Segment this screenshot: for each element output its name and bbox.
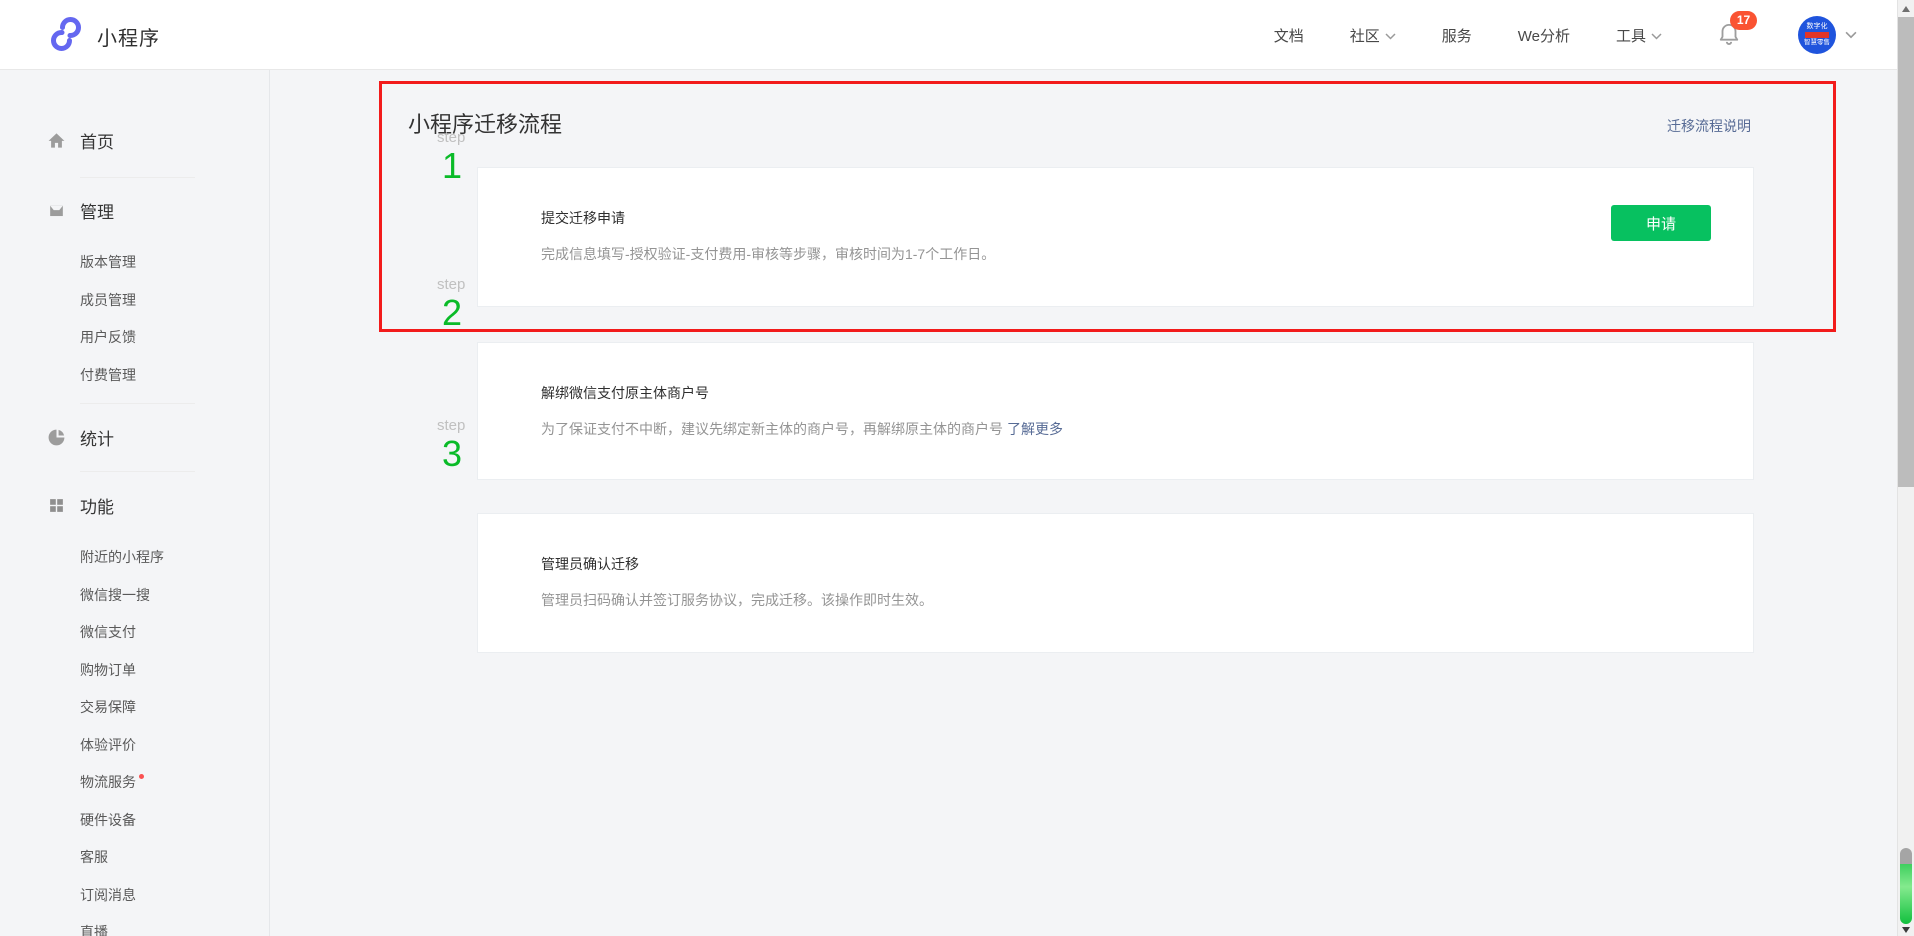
sidebar-item-member-management[interactable]: 成员管理 — [80, 282, 260, 320]
inbox-icon — [46, 200, 66, 220]
step-2-title: 解绑微信支付原主体商户号 — [541, 383, 1711, 403]
notification-badge: 17 — [1730, 11, 1757, 30]
brand-name: 小程序 — [97, 22, 160, 51]
new-badge-dot — [139, 774, 144, 779]
chevron-down-icon — [1845, 26, 1857, 44]
step-2-description: 为了保证支付不中断，建议先绑定新主体的商户号，再解绑原主体的商户号了解更多 — [541, 419, 1711, 439]
step-3-number: 3 — [437, 434, 491, 474]
bell-icon — [1716, 33, 1742, 50]
step-3-description: 管理员扫码确认并签订服务协议，完成迁移。该操作即时生效。 — [541, 590, 1711, 610]
step-1-card: 提交迁移申请 完成信息填写-授权验证-支付费用-审核等步骤，审核时间为1-7个工… — [477, 167, 1754, 307]
step-3-title: 管理员确认迁移 — [541, 554, 1711, 574]
scrollbar-thumb[interactable] — [1898, 17, 1914, 487]
sidebar-item-subscription-messages[interactable]: 订阅消息 — [80, 877, 260, 915]
sidebar-item-experience-rating[interactable]: 体验评价 — [80, 727, 260, 765]
widget-green-bar — [1900, 864, 1912, 924]
sidebar-divider — [80, 177, 195, 178]
sidebar-item-hardware-devices[interactable]: 硬件设备 — [80, 802, 260, 840]
step-3-label: step 3 — [437, 417, 491, 474]
home-icon — [46, 130, 66, 150]
step-1-description: 完成信息填写-授权验证-支付费用-审核等步骤，审核时间为1-7个工作日。 — [541, 244, 1711, 264]
sidebar-item-live-streaming[interactable]: 直播 — [80, 914, 260, 936]
scrollbar-up-arrow-icon[interactable] — [1902, 6, 1910, 12]
nav-item-community[interactable]: 社区 — [1350, 25, 1396, 46]
sidebar-item-nearby-miniprograms[interactable]: 附近的小程序 — [80, 539, 260, 577]
scrollbar-down-arrow-icon[interactable] — [1902, 927, 1910, 933]
widget-gray-cap — [1900, 848, 1912, 864]
sidebar-item-home[interactable]: 首页 — [0, 125, 270, 155]
sidebar-divider — [80, 471, 195, 472]
sidebar-divider — [80, 403, 195, 404]
step-2-number: 2 — [437, 293, 491, 333]
step-2-card: 解绑微信支付原主体商户号 为了保证支付不中断，建议先绑定新主体的商户号，再解绑原… — [477, 342, 1754, 480]
step-3-card: 管理员确认迁移 管理员扫码确认并签订服务协议，完成迁移。该操作即时生效。 — [477, 513, 1754, 653]
sidebar-item-version-management[interactable]: 版本管理 — [80, 244, 260, 282]
chevron-down-icon — [1651, 27, 1662, 44]
sidebar-item-wechat-pay[interactable]: 微信支付 — [80, 614, 260, 652]
sidebar-item-transaction-guarantee[interactable]: 交易保障 — [80, 689, 260, 727]
step-2-label: step 2 — [437, 276, 491, 333]
step-1-label: step 1 — [437, 129, 491, 186]
features-sublist: 附近的小程序 微信搜一搜 微信支付 购物订单 交易保障 体验评价 物流服务 硬件… — [80, 539, 260, 936]
notification-bell[interactable]: 17 — [1716, 20, 1742, 51]
sidebar: 首页 管理 版本管理 成员管理 用户反馈 付费管理 统计 功能 附近的小程序 微… — [0, 70, 270, 936]
miniprogram-logo-icon — [48, 16, 84, 57]
pie-chart-icon — [46, 427, 66, 447]
sidebar-item-wechat-search[interactable]: 微信搜一搜 — [80, 577, 260, 615]
avatar: 数字化 智慧零售 — [1798, 16, 1836, 54]
top-nav: 文档 社区 服务 We分析 工具 17 数字化 智慧零售 — [1274, 0, 1857, 70]
nav-item-tools[interactable]: 工具 — [1616, 25, 1662, 46]
step-1-number: 1 — [437, 146, 491, 186]
sidebar-item-user-feedback[interactable]: 用户反馈 — [80, 319, 260, 357]
sidebar-item-shopping-orders[interactable]: 购物订单 — [80, 652, 260, 690]
nav-item-docs[interactable]: 文档 — [1274, 25, 1304, 46]
sidebar-item-payment-management[interactable]: 付费管理 — [80, 357, 260, 395]
chevron-down-icon — [1385, 27, 1396, 44]
sidebar-item-customer-service[interactable]: 客服 — [80, 839, 260, 877]
sidebar-item-features[interactable]: 功能 — [0, 490, 270, 520]
sidebar-item-logistics-service[interactable]: 物流服务 — [80, 764, 260, 802]
step-1-title: 提交迁移申请 — [541, 208, 1711, 228]
migration-guide-link[interactable]: 迁移流程说明 — [1667, 116, 1751, 136]
learn-more-link[interactable]: 了解更多 — [1007, 421, 1063, 437]
nav-item-service[interactable]: 服务 — [1442, 25, 1472, 46]
nav-item-we-analysis[interactable]: We分析 — [1518, 25, 1570, 46]
sidebar-item-statistics[interactable]: 统计 — [0, 422, 270, 452]
miniprogram-logo[interactable]: 小程序 — [48, 16, 160, 57]
sidebar-item-management[interactable]: 管理 — [0, 195, 270, 225]
grid-icon — [46, 495, 66, 515]
top-header: 小程序 文档 社区 服务 We分析 工具 17 数字化 — [0, 0, 1897, 70]
scrollbar-extension-widget[interactable] — [1900, 848, 1912, 924]
vertical-scrollbar[interactable] — [1897, 0, 1914, 936]
management-sublist: 版本管理 成员管理 用户反馈 付费管理 — [80, 244, 260, 394]
avatar-band — [1805, 32, 1829, 38]
account-menu[interactable]: 数字化 智慧零售 — [1798, 16, 1857, 54]
apply-button[interactable]: 申请 — [1611, 205, 1711, 241]
